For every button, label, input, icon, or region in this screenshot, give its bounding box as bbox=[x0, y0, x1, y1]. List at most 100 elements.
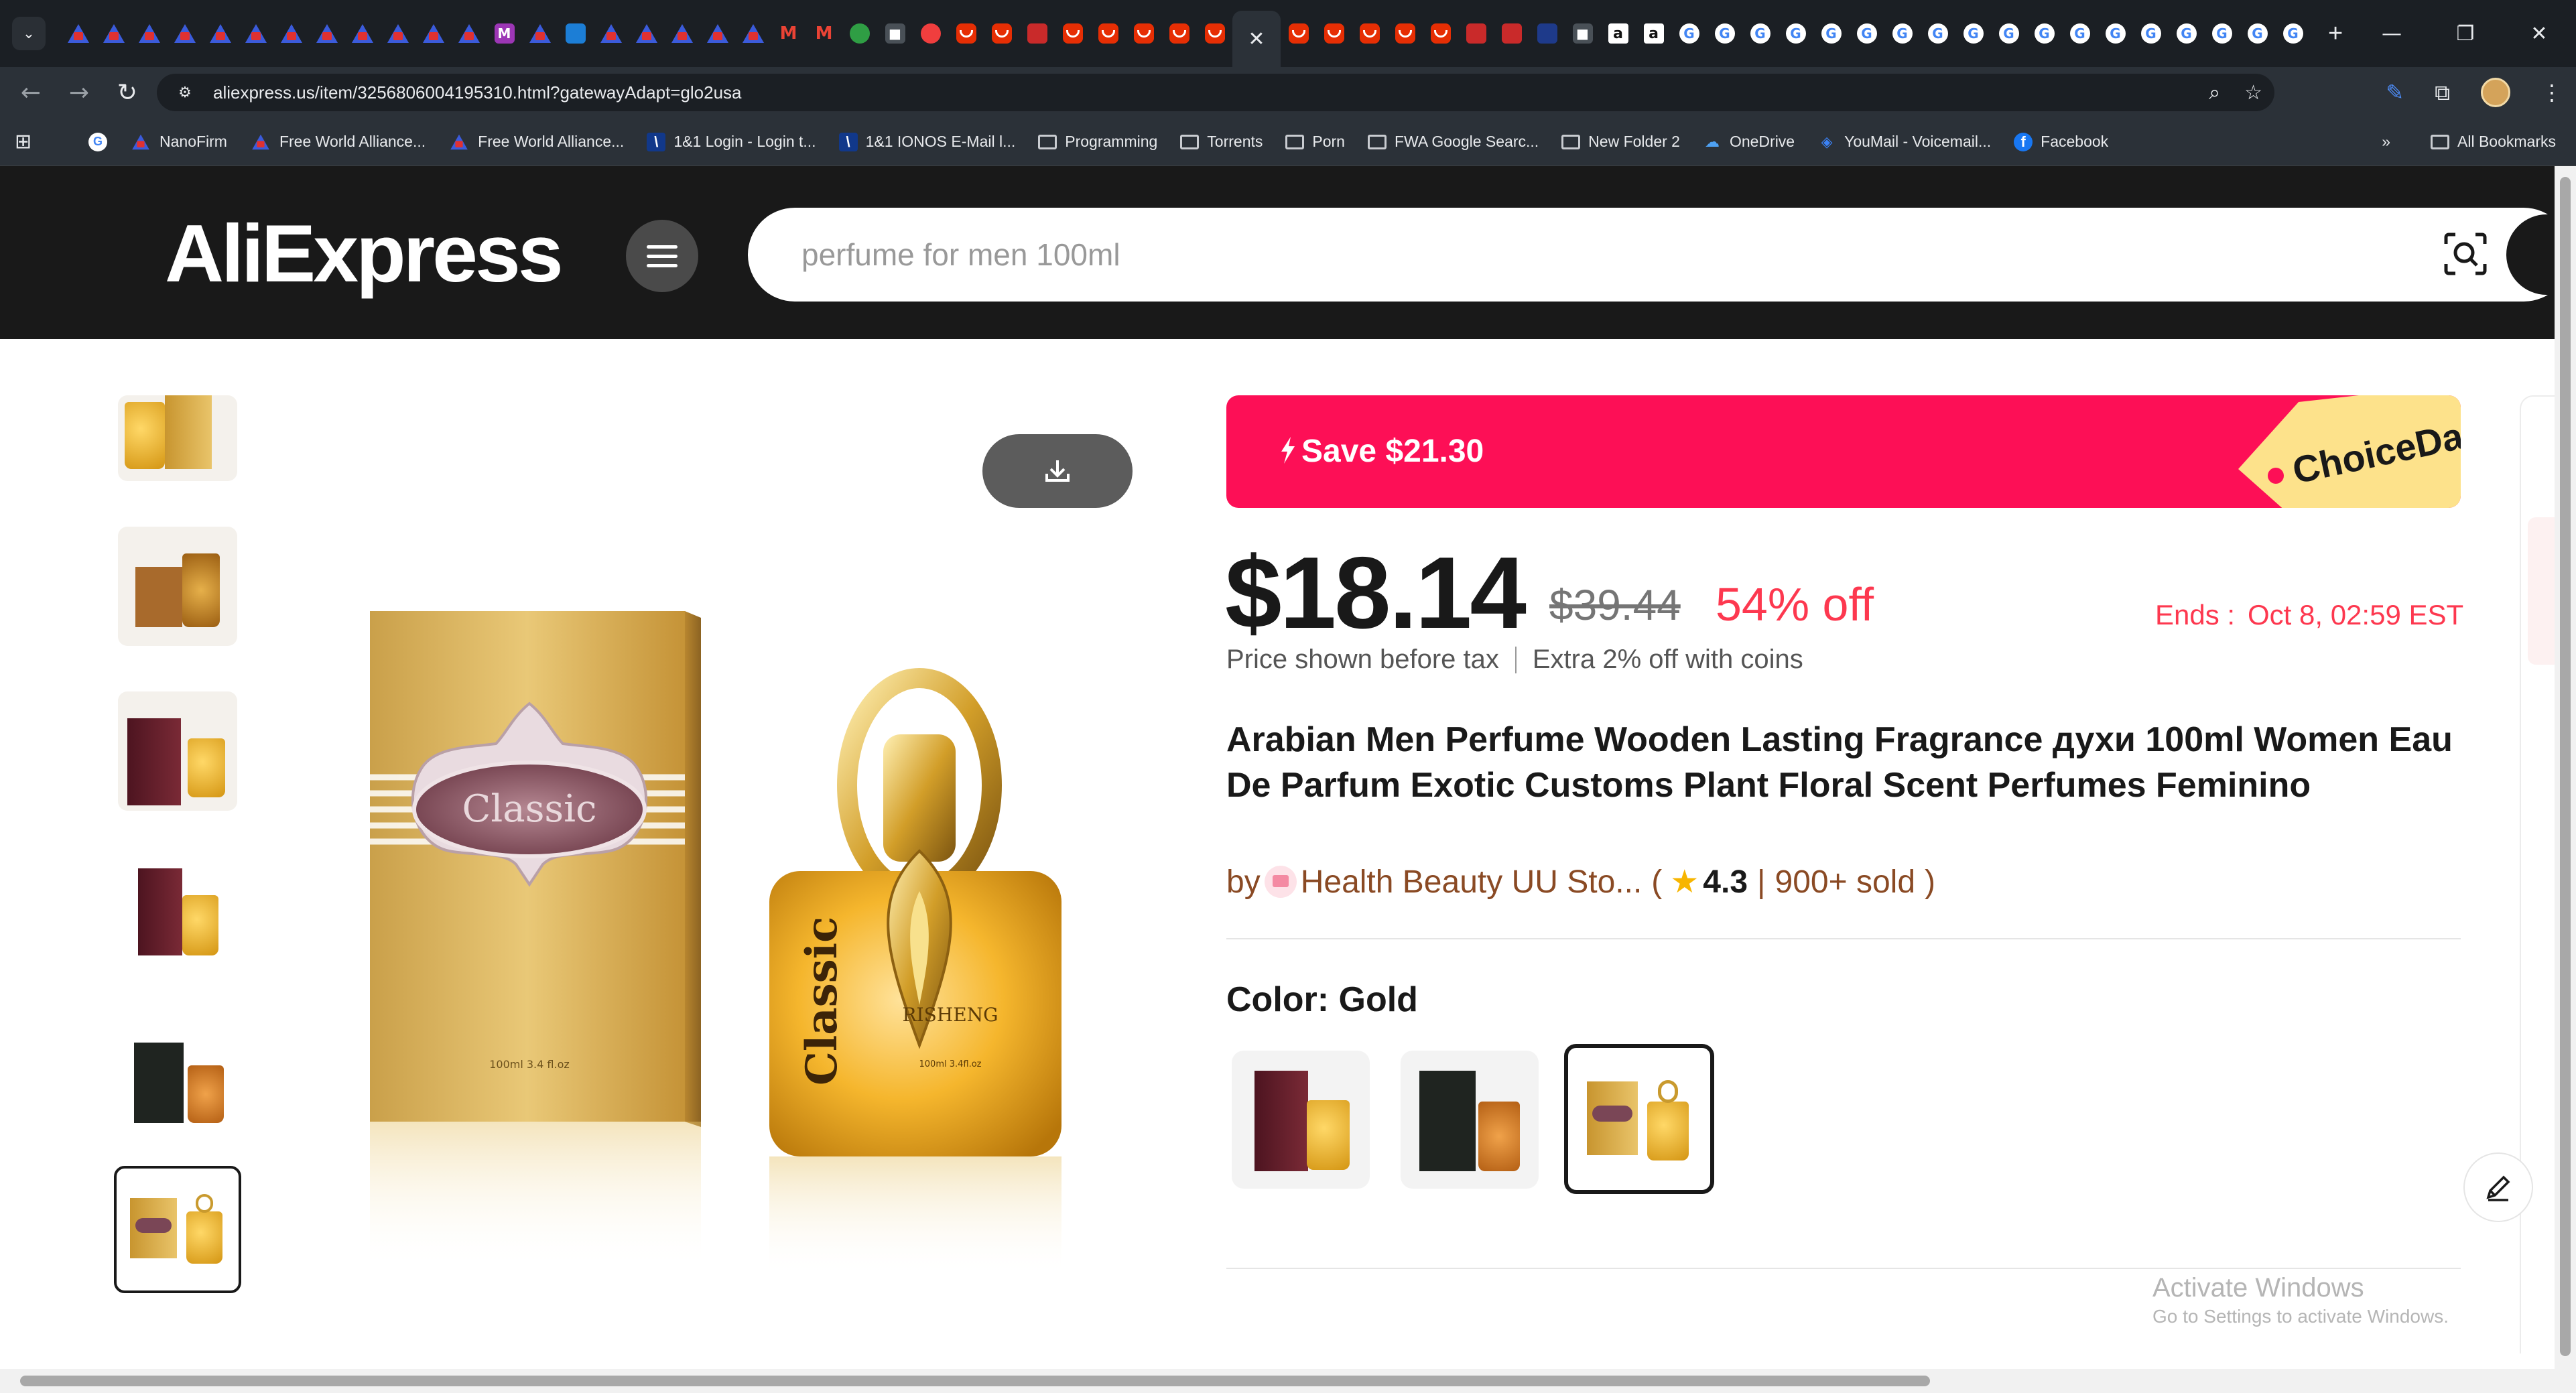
bookmark-item[interactable]: \ 1&1 IONOS E-Mail l... bbox=[838, 132, 1015, 151]
bookmark-item[interactable]: \ 1&1 Login - Login t... bbox=[647, 132, 816, 151]
page-horizontal-scrollbar[interactable] bbox=[0, 1369, 2576, 1393]
coins-note[interactable]: Extra 2% off with coins bbox=[1533, 645, 1803, 675]
bookmark-item[interactable]: NanoFirm bbox=[130, 133, 227, 151]
gallery-thumbnail[interactable] bbox=[118, 1018, 237, 1138]
tab[interactable] bbox=[1161, 0, 1197, 67]
gallery-thumbnail[interactable] bbox=[118, 855, 237, 974]
more-menu-icon[interactable]: ⋮ bbox=[2541, 80, 2563, 105]
tab[interactable]: G bbox=[1884, 0, 1920, 67]
tab[interactable] bbox=[1529, 0, 1565, 67]
search-input[interactable] bbox=[801, 208, 2410, 302]
tab[interactable] bbox=[309, 0, 344, 67]
tab[interactable]: G bbox=[1742, 0, 1778, 67]
tab[interactable] bbox=[344, 0, 380, 67]
tab[interactable]: G bbox=[1955, 0, 1991, 67]
tab[interactable]: G bbox=[2275, 0, 2311, 67]
tab[interactable]: G bbox=[2240, 0, 2275, 67]
minimize-button[interactable]: — bbox=[2355, 22, 2429, 46]
tab[interactable]: G bbox=[1991, 0, 2026, 67]
bookmark-item[interactable]: G bbox=[88, 132, 107, 151]
forward-button[interactable]: → bbox=[55, 79, 103, 107]
restore-button[interactable]: ❐ bbox=[2429, 22, 2502, 46]
gallery-thumbnail[interactable] bbox=[118, 691, 237, 811]
new-tab-button[interactable]: + bbox=[2328, 19, 2343, 48]
store-name-link[interactable]: Health Beauty UU Sto... bbox=[1301, 864, 1643, 901]
download-image-button[interactable] bbox=[982, 434, 1133, 508]
aliexpress-logo[interactable]: AliExpress bbox=[165, 206, 564, 300]
tab[interactable] bbox=[167, 0, 202, 67]
tab[interactable]: M bbox=[806, 0, 842, 67]
tab[interactable]: G bbox=[2133, 0, 2169, 67]
tab[interactable] bbox=[1055, 0, 1090, 67]
site-info-icon[interactable]: ⚙ bbox=[172, 79, 198, 106]
tab[interactable] bbox=[60, 0, 96, 67]
reload-button[interactable]: ↻ bbox=[103, 79, 151, 107]
tab[interactable]: G bbox=[1849, 0, 1884, 67]
color-option[interactable] bbox=[1232, 1051, 1370, 1189]
bookmark-item[interactable]: ☁ OneDrive bbox=[1703, 133, 1795, 151]
bookmark-item[interactable]: Programming bbox=[1038, 133, 1157, 151]
tab[interactable] bbox=[273, 0, 309, 67]
bookmark-item[interactable]: New Folder 2 bbox=[1561, 133, 1680, 151]
bookmark-item[interactable]: FWA Google Searc... bbox=[1367, 133, 1539, 151]
tab[interactable] bbox=[1423, 0, 1458, 67]
zoom-icon[interactable]: ⌕ bbox=[2209, 81, 2220, 105]
tab[interactable] bbox=[842, 0, 877, 67]
scrollbar-thumb[interactable] bbox=[2560, 177, 2571, 1356]
tab[interactable] bbox=[664, 0, 700, 67]
tab[interactable] bbox=[1352, 0, 1387, 67]
tab[interactable] bbox=[202, 0, 238, 67]
tab[interactable]: G bbox=[1671, 0, 1707, 67]
bookmark-item[interactable]: Porn bbox=[1285, 133, 1345, 151]
profile-avatar[interactable] bbox=[2481, 78, 2510, 107]
tab[interactable]: ■ bbox=[877, 0, 913, 67]
tab[interactable] bbox=[238, 0, 273, 67]
color-option[interactable] bbox=[1401, 1051, 1539, 1189]
tab[interactable] bbox=[1387, 0, 1423, 67]
tab[interactable]: ■ bbox=[1565, 0, 1600, 67]
tab[interactable]: G bbox=[2204, 0, 2240, 67]
page-vertical-scrollbar[interactable] bbox=[2555, 166, 2576, 1369]
bookmarks-overflow-icon[interactable]: » bbox=[2382, 133, 2390, 151]
gallery-thumbnail[interactable] bbox=[118, 395, 237, 481]
bookmark-item[interactable]: Free World Alliance... bbox=[448, 133, 624, 151]
bookmark-star-icon[interactable]: ☆ bbox=[2244, 81, 2262, 105]
tab[interactable] bbox=[593, 0, 629, 67]
tab[interactable] bbox=[1316, 0, 1352, 67]
main-product-image[interactable]: Classic 100ml 3.4 fl.oz Classic RISHENG … bbox=[355, 576, 1112, 1293]
bookmark-item[interactable]: Free World Alliance... bbox=[250, 133, 426, 151]
url-text[interactable]: aliexpress.us/item/3256806004195310.html… bbox=[213, 82, 742, 103]
tab[interactable] bbox=[1494, 0, 1529, 67]
tab[interactable]: G bbox=[2169, 0, 2204, 67]
tab[interactable]: M bbox=[487, 0, 522, 67]
tab[interactable] bbox=[984, 0, 1019, 67]
tab[interactable] bbox=[1126, 0, 1161, 67]
pen-extension-icon[interactable]: ✎ bbox=[2386, 80, 2404, 105]
tab[interactable] bbox=[1090, 0, 1126, 67]
tab[interactable] bbox=[735, 0, 771, 67]
tab[interactable]: M bbox=[771, 0, 806, 67]
tab[interactable]: G bbox=[1920, 0, 1955, 67]
color-option-selected[interactable] bbox=[1564, 1044, 1714, 1194]
address-bar[interactable]: ⚙ aliexpress.us/item/3256806004195310.ht… bbox=[157, 74, 2274, 111]
tab[interactable] bbox=[1458, 0, 1494, 67]
tab[interactable] bbox=[629, 0, 664, 67]
category-menu-button[interactable] bbox=[626, 220, 698, 292]
tab[interactable]: G bbox=[1707, 0, 1742, 67]
gallery-thumbnail[interactable] bbox=[118, 527, 237, 646]
image-search-icon[interactable] bbox=[2443, 232, 2488, 276]
edit-floating-button[interactable] bbox=[2463, 1152, 2533, 1222]
tab[interactable] bbox=[1019, 0, 1055, 67]
tab[interactable] bbox=[913, 0, 948, 67]
scrollbar-thumb[interactable] bbox=[20, 1376, 1930, 1386]
tab[interactable] bbox=[1281, 0, 1316, 67]
tab[interactable]: G bbox=[2098, 0, 2133, 67]
rating-value[interactable]: 4.3 bbox=[1703, 864, 1748, 901]
tab[interactable]: G bbox=[2062, 0, 2098, 67]
tab[interactable] bbox=[522, 0, 558, 67]
tab-search-menu[interactable]: ⌄ bbox=[12, 17, 46, 50]
tab[interactable]: G bbox=[1813, 0, 1849, 67]
tab[interactable]: G bbox=[1778, 0, 1813, 67]
tab[interactable] bbox=[451, 0, 487, 67]
apps-grid-icon[interactable]: ⊞ bbox=[15, 130, 55, 153]
